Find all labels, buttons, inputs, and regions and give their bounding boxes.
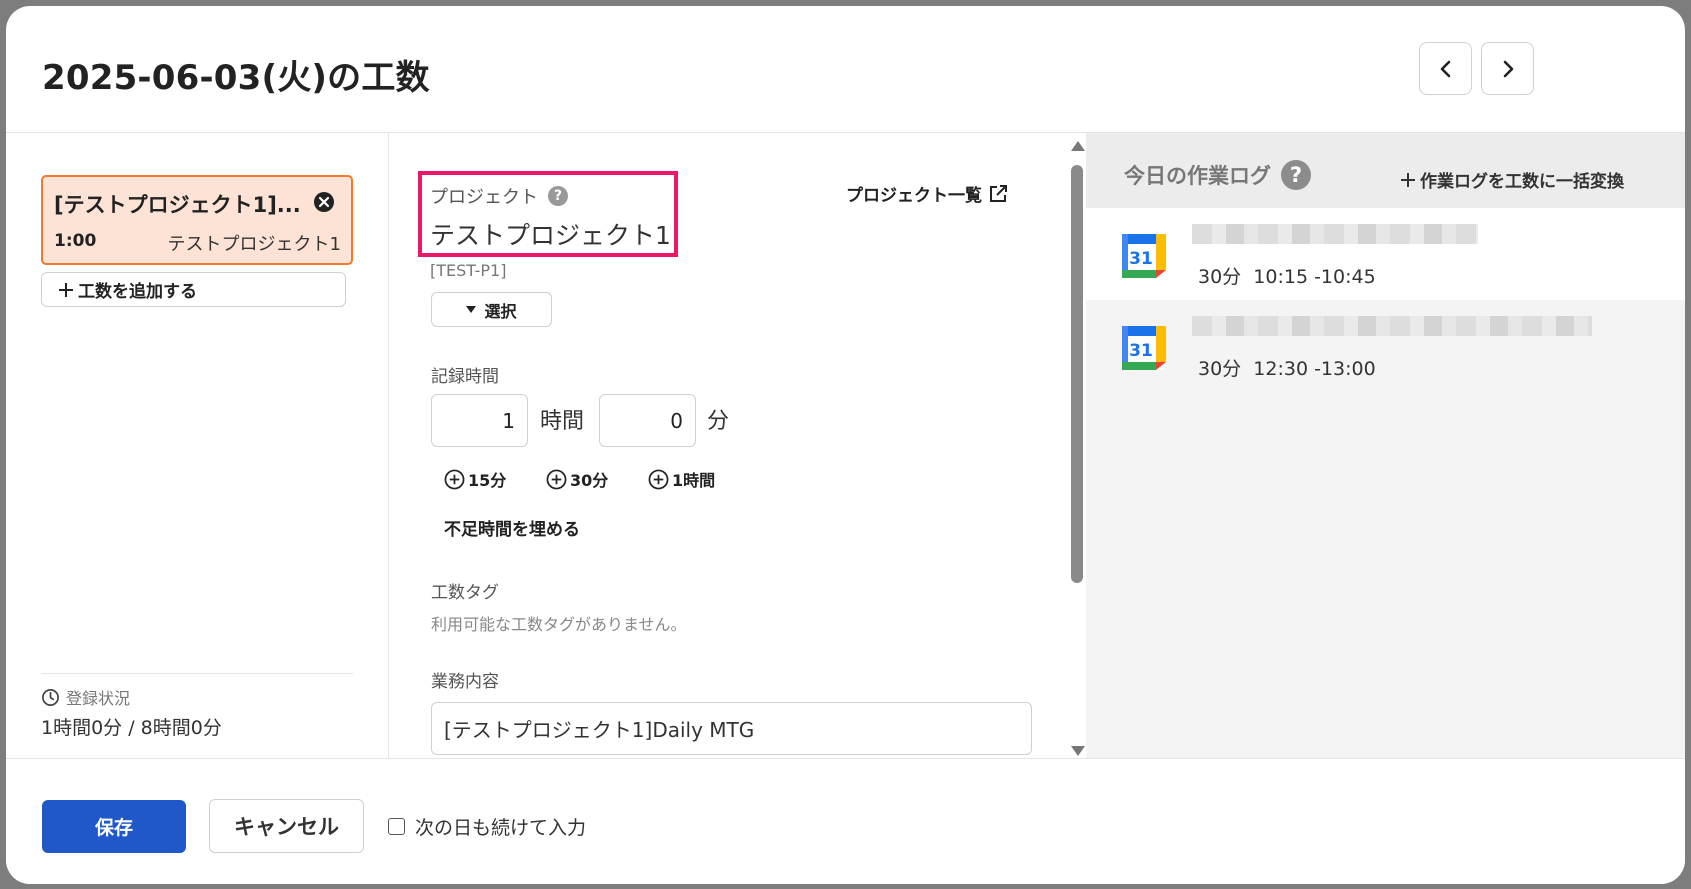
plus-circle-icon: [444, 469, 465, 489]
work-description-label: 業務内容: [431, 672, 499, 692]
chevron-right-icon: [1503, 60, 1513, 77]
next-day-button[interactable]: [1481, 42, 1534, 95]
divider: [41, 673, 353, 674]
entry-form: プロジェクト ? テストプロジェクト1 [TEST-P1] 選択 プロジェクト一…: [390, 133, 1064, 758]
external-link-icon: [990, 184, 1007, 202]
project-label: プロジェクト ?: [430, 183, 568, 209]
form-scrollbar[interactable]: [1066, 137, 1086, 758]
project-value: テストプロジェクト1: [430, 221, 671, 250]
plus-circle-icon: [648, 469, 669, 489]
minutes-input[interactable]: 0: [599, 394, 696, 447]
scroll-thumb[interactable]: [1071, 165, 1083, 583]
caret-down-icon: [466, 306, 477, 313]
clock-icon: [42, 688, 59, 706]
timesheet-modal: 2025-06-03(火)の工数 [テストプロジェクト1]... 1:00 テス…: [6, 6, 1685, 884]
help-icon[interactable]: ?: [548, 186, 568, 206]
add-1hour-label: 1時間: [672, 471, 716, 490]
prev-day-button[interactable]: [1419, 42, 1472, 95]
continue-label: 次の日も続けて入力: [415, 817, 587, 839]
project-list-label: プロジェクト一覧: [846, 186, 982, 206]
save-button[interactable]: 保存: [42, 800, 186, 853]
add-15min-button[interactable]: 15分: [444, 467, 506, 491]
calendar-day: 31: [1129, 249, 1153, 269]
worklog-item[interactable]: 31 30分 10:15 -10:45: [1086, 208, 1685, 300]
cancel-button[interactable]: キャンセル: [209, 799, 364, 853]
plus-circle-icon: [546, 469, 567, 489]
modal-header: 2025-06-03(火)の工数: [6, 6, 1685, 133]
status-value: 1時間0分 / 8時間0分: [41, 717, 222, 739]
google-calendar-icon: 31: [1122, 326, 1166, 370]
redacted-event-title: [1192, 316, 1592, 336]
tag-empty-message: 利用可能な工数タグがありません。: [431, 615, 687, 634]
entry-card[interactable]: [テストプロジェクト1]... 1:00 テストプロジェクト1: [41, 175, 353, 265]
entry-title: [テストプロジェクト1]...: [54, 193, 301, 217]
plus-icon: [59, 282, 73, 297]
project-code: [TEST-P1]: [430, 261, 507, 280]
add-15min-label: 15分: [468, 471, 507, 490]
worklog-pane: 今日の作業ログ ? 作業ログを工数に一括変換 31 30分 10:15 -10:…: [1086, 133, 1685, 758]
record-time-label: 記録時間: [431, 367, 499, 387]
google-calendar-icon: 31: [1122, 234, 1166, 278]
redacted-event-title: [1192, 224, 1478, 244]
scroll-down-arrow[interactable]: [1071, 746, 1085, 756]
work-description-input[interactable]: [テストプロジェクト1]Daily MTG: [431, 702, 1032, 755]
close-icon[interactable]: [313, 191, 335, 213]
entry-time: 1:00: [54, 231, 97, 251]
project-list-link[interactable]: プロジェクト一覧: [846, 181, 1008, 206]
minutes-unit: 分: [707, 409, 730, 434]
modal-footer: 保存 キャンセル 次の日も続けて入力: [6, 758, 1685, 884]
worklog-time: 30分 12:30 -13:00: [1198, 354, 1376, 381]
select-label: 選択: [484, 301, 517, 321]
fill-shortage-button[interactable]: 不足時間を埋める: [444, 515, 580, 540]
entry-list-pane: [テストプロジェクト1]... 1:00 テストプロジェクト1 工数を追加する …: [6, 133, 389, 758]
hours-input[interactable]: 1: [431, 394, 528, 447]
entry-project: テストプロジェクト1: [167, 234, 341, 255]
worklog-title: 今日の作業ログ ?: [1124, 160, 1311, 190]
worklog-range: 10:15 -10:45: [1253, 266, 1376, 288]
worklog-duration: 30分: [1198, 266, 1242, 288]
status-label-text: 登録状況: [66, 689, 131, 708]
bulk-convert-label: 作業ログを工数に一括変換: [1420, 172, 1624, 192]
select-project-button[interactable]: 選択: [431, 292, 552, 327]
status-label: 登録状況: [41, 685, 130, 709]
worklog-range: 12:30 -13:00: [1253, 358, 1376, 380]
continue-next-day-option[interactable]: 次の日も続けて入力: [388, 813, 586, 840]
chevron-left-icon: [1440, 60, 1450, 77]
worklog-title-text: 今日の作業ログ: [1124, 164, 1271, 188]
help-icon[interactable]: ?: [1281, 160, 1311, 190]
add-entry-button[interactable]: 工数を追加する: [41, 272, 346, 307]
add-entry-label: 工数を追加する: [78, 282, 197, 302]
tag-label: 工数タグ: [431, 583, 499, 603]
project-label-text: プロジェクト: [430, 187, 538, 208]
worklog-header: 今日の作業ログ ? 作業ログを工数に一括変換: [1086, 133, 1685, 208]
worklog-time: 30分 10:15 -10:45: [1198, 262, 1376, 289]
add-30min-button[interactable]: 30分: [546, 467, 608, 491]
hours-unit: 時間: [540, 409, 585, 434]
calendar-day: 31: [1129, 341, 1153, 361]
scroll-up-arrow[interactable]: [1071, 141, 1085, 151]
page-title: 2025-06-03(火)の工数: [42, 58, 430, 98]
worklog-item[interactable]: 31 30分 12:30 -13:00: [1086, 300, 1685, 392]
worklog-duration: 30分: [1198, 358, 1242, 380]
bulk-convert-button[interactable]: 作業ログを工数に一括変換: [1400, 167, 1624, 192]
plus-icon: [1401, 172, 1415, 187]
continue-checkbox[interactable]: [388, 818, 405, 835]
add-1hour-button[interactable]: 1時間: [648, 467, 715, 491]
add-30min-label: 30分: [570, 471, 609, 490]
